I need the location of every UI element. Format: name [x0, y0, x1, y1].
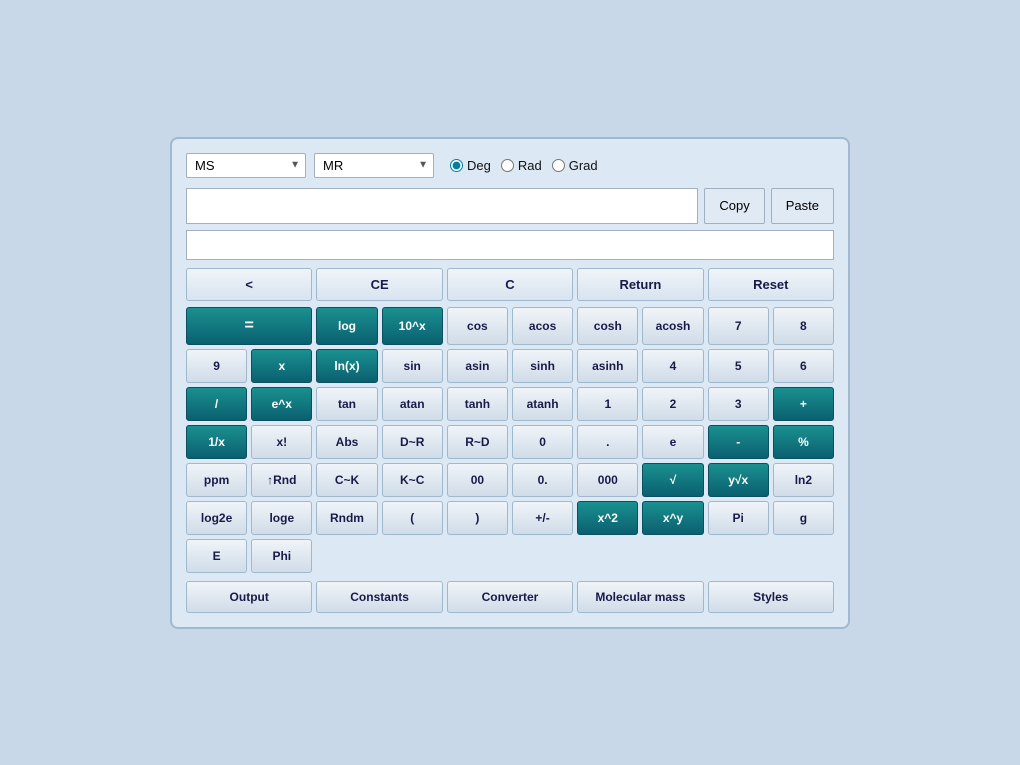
sinh-button[interactable]: sinh: [512, 349, 573, 383]
ln2-button[interactable]: ln2: [773, 463, 834, 497]
plus-button[interactable]: +: [773, 387, 834, 421]
acosh-button[interactable]: acosh: [642, 307, 703, 345]
sqrt-button[interactable]: √: [642, 463, 703, 497]
ktoc-button[interactable]: K~C: [382, 463, 443, 497]
ce-button[interactable]: CE: [316, 268, 442, 301]
plusminus-button[interactable]: +/-: [512, 501, 573, 535]
pi-button[interactable]: Pi: [708, 501, 769, 535]
minus-button[interactable]: -: [708, 425, 769, 459]
main-display[interactable]: [186, 188, 698, 224]
4-button[interactable]: 4: [642, 349, 703, 383]
3-button[interactable]: 3: [708, 387, 769, 421]
1-button[interactable]: 1: [577, 387, 638, 421]
8-button[interactable]: 8: [773, 307, 834, 345]
return-button[interactable]: Return: [577, 268, 703, 301]
5-button[interactable]: 5: [708, 349, 769, 383]
secondary-display: [186, 230, 834, 260]
6-button[interactable]: 6: [773, 349, 834, 383]
2-button[interactable]: 2: [642, 387, 703, 421]
bottom-tabs: Output Constants Converter Molecular mas…: [186, 581, 834, 613]
log-button[interactable]: log: [316, 307, 377, 345]
ms-dropdown-wrap: MS M+ M- MC: [186, 153, 306, 178]
tanh-button[interactable]: tanh: [447, 387, 508, 421]
grad-radio[interactable]: [552, 159, 565, 172]
abs-button[interactable]: Abs: [316, 425, 377, 459]
lparen-button[interactable]: (: [382, 501, 443, 535]
sin-button[interactable]: sin: [382, 349, 443, 383]
log2e-button[interactable]: log2e: [186, 501, 247, 535]
deg-label[interactable]: Deg: [450, 158, 491, 173]
backspace-button[interactable]: <: [186, 268, 312, 301]
7-button[interactable]: 7: [708, 307, 769, 345]
equals-button[interactable]: =: [186, 307, 312, 345]
percent-button[interactable]: %: [773, 425, 834, 459]
acos-button[interactable]: acos: [512, 307, 573, 345]
tab-molecular-mass[interactable]: Molecular mass: [577, 581, 703, 613]
tab-constants[interactable]: Constants: [316, 581, 442, 613]
asinh-button[interactable]: asinh: [577, 349, 638, 383]
deg-radio[interactable]: [450, 159, 463, 172]
epx-button[interactable]: e^x: [251, 387, 312, 421]
ysqrtx-button[interactable]: y√x: [708, 463, 769, 497]
deg-text: Deg: [467, 158, 491, 173]
dtor-button[interactable]: D~R: [382, 425, 443, 459]
cos-button[interactable]: cos: [447, 307, 508, 345]
tab-converter[interactable]: Converter: [447, 581, 573, 613]
ms-dropdown[interactable]: MS M+ M- MC: [186, 153, 306, 178]
00-button[interactable]: 00: [447, 463, 508, 497]
xpy-button[interactable]: x^y: [642, 501, 703, 535]
cosh-button[interactable]: cosh: [577, 307, 638, 345]
10px-button[interactable]: 10^x: [382, 307, 443, 345]
0-button[interactable]: 0: [512, 425, 573, 459]
rad-label[interactable]: Rad: [501, 158, 542, 173]
ppm-button[interactable]: ppm: [186, 463, 247, 497]
angle-group: Deg Rad Grad: [450, 158, 598, 173]
grad-label[interactable]: Grad: [552, 158, 598, 173]
0dot-button[interactable]: 0.: [512, 463, 573, 497]
divide-button[interactable]: /: [186, 387, 247, 421]
factorial-button[interactable]: x!: [251, 425, 312, 459]
rtod-button[interactable]: R~D: [447, 425, 508, 459]
xsq-button[interactable]: x^2: [577, 501, 638, 535]
display-section: Copy Paste: [186, 188, 834, 224]
tab-styles[interactable]: Styles: [708, 581, 834, 613]
dot-button[interactable]: .: [577, 425, 638, 459]
mr-dropdown[interactable]: MR M1 M2 M3: [314, 153, 434, 178]
top-row: MS M+ M- MC MR M1 M2 M3 Deg Rad: [186, 153, 834, 178]
atan-button[interactable]: atan: [382, 387, 443, 421]
paste-button[interactable]: Paste: [771, 188, 834, 224]
c-button[interactable]: C: [447, 268, 573, 301]
grad-text: Grad: [569, 158, 598, 173]
tan-button[interactable]: tan: [316, 387, 377, 421]
rndm-button[interactable]: Rndm: [316, 501, 377, 535]
control-row: < CE C Return Reset: [186, 268, 834, 301]
loge-button[interactable]: loge: [251, 501, 312, 535]
rad-radio[interactable]: [501, 159, 514, 172]
9-button[interactable]: 9: [186, 349, 247, 383]
round-button[interactable]: ↑Rnd: [251, 463, 312, 497]
asin-button[interactable]: asin: [447, 349, 508, 383]
e-button[interactable]: e: [642, 425, 703, 459]
tab-output[interactable]: Output: [186, 581, 312, 613]
atanh-button[interactable]: atanh: [512, 387, 573, 421]
rparen-button[interactable]: ): [447, 501, 508, 535]
phi-button[interactable]: Phi: [251, 539, 312, 573]
mr-dropdown-wrap: MR M1 M2 M3: [314, 153, 434, 178]
lnx-button[interactable]: ln(x): [316, 349, 377, 383]
copy-button[interactable]: Copy: [704, 188, 764, 224]
000-button[interactable]: 000: [577, 463, 638, 497]
x-button[interactable]: x: [251, 349, 312, 383]
bigE-button[interactable]: E: [186, 539, 247, 573]
g-button[interactable]: g: [773, 501, 834, 535]
calculator: MS M+ M- MC MR M1 M2 M3 Deg Rad: [170, 137, 850, 629]
buttons-grid: = log 10^x cos acos cosh acosh 7 8 9 x l…: [186, 307, 834, 573]
reciprocal-button[interactable]: 1/x: [186, 425, 247, 459]
reset-button[interactable]: Reset: [708, 268, 834, 301]
rad-text: Rad: [518, 158, 542, 173]
ctok-button[interactable]: C~K: [316, 463, 377, 497]
